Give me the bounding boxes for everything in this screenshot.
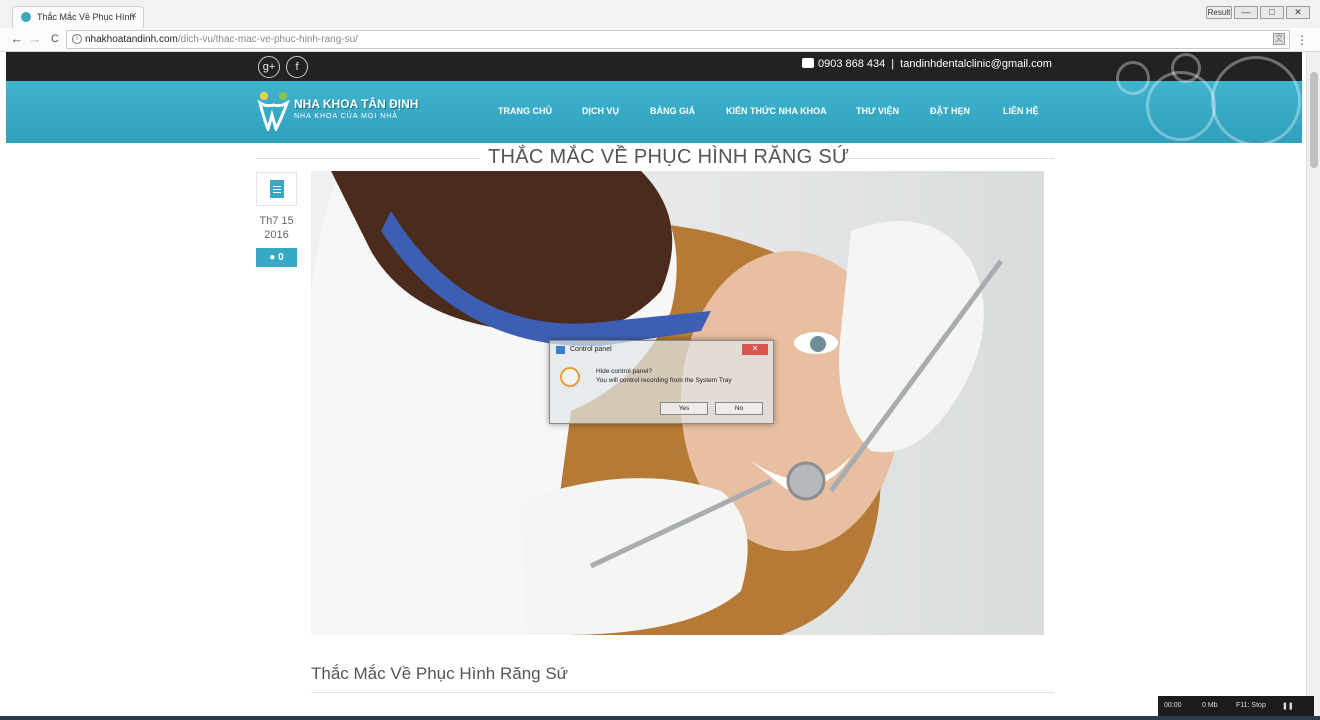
phone-icon bbox=[802, 58, 814, 68]
email-link[interactable]: tandinhdentalclinic@gmail.com bbox=[900, 58, 1052, 70]
nav-booking[interactable]: ĐẶT HẸN bbox=[930, 106, 970, 116]
window-controls: — □ ✕ bbox=[1234, 6, 1310, 19]
nav-gallery[interactable]: THƯ VIỆN bbox=[856, 106, 899, 116]
decor-bubble bbox=[1211, 56, 1301, 146]
page-scrollbar[interactable] bbox=[1306, 52, 1320, 716]
dialog-title: Control panel bbox=[570, 346, 612, 353]
os-taskbar bbox=[0, 716, 1320, 720]
facebook-icon[interactable]: f bbox=[286, 56, 308, 78]
info-icon[interactable]: i bbox=[72, 34, 82, 44]
phone-number[interactable]: 0903 868 434 bbox=[818, 58, 885, 70]
dialog-message-line1: Hide control panel? bbox=[596, 368, 653, 375]
tooth-favicon-icon bbox=[21, 12, 31, 22]
profile-button[interactable]: Result bbox=[1206, 6, 1232, 19]
nav-knowledge[interactable]: KIẾN THỨC NHA KHOA bbox=[726, 106, 827, 116]
comment-count-badge[interactable]: ● 0 bbox=[256, 248, 297, 267]
recorder-status-bar: 00:00 0 Mb F11: Stop ❚❚ bbox=[1158, 696, 1314, 716]
nav-prices[interactable]: BẢNG GIÁ bbox=[650, 106, 695, 116]
tooth-logo-icon bbox=[257, 92, 290, 131]
web-page: g+ f 0903 868 434 | tandinhdentalclinic@gm… bbox=[6, 52, 1302, 716]
recording-time: 00:00 bbox=[1164, 702, 1182, 709]
browser-toolbar: ← → C i nhakhoatandinh.com/dich-vu/thac-… bbox=[0, 28, 1320, 52]
contact-separator: | bbox=[891, 58, 895, 70]
title-divider bbox=[256, 158, 480, 159]
translate-icon[interactable]: 文 bbox=[1273, 33, 1285, 45]
browser-menu-icon[interactable]: ⋮ bbox=[1296, 33, 1308, 47]
recorder-dialog: Control panel ✕ Hide control panel? You … bbox=[549, 340, 774, 424]
warning-icon bbox=[560, 367, 580, 387]
dialog-close-button[interactable]: ✕ bbox=[742, 344, 768, 355]
nav-contact[interactable]: LIÊN HỆ bbox=[1003, 106, 1039, 116]
site-navbar: NHA KHOA TÂN ĐỊNH NHA KHOA CỦA MỌI NHÀ T… bbox=[6, 53, 1302, 146]
maximize-button[interactable]: □ bbox=[1260, 6, 1284, 19]
no-button[interactable]: No bbox=[715, 402, 763, 415]
post-date-year: 2016 bbox=[264, 229, 289, 241]
tab-close-icon[interactable]: × bbox=[131, 10, 137, 22]
app-icon bbox=[556, 346, 565, 354]
recording-size: 0 Mb bbox=[1202, 702, 1218, 709]
nav-home[interactable]: TRANG CHỦ bbox=[498, 106, 552, 116]
url-path: /dich-vu/thac-mac-ve-phuc-hinh-rang-su/ bbox=[177, 34, 358, 45]
decor-bubble bbox=[1171, 53, 1201, 83]
site-logo[interactable]: NHA KHOA TÂN ĐỊNH NHA KHOA CỦA MỌI NHÀ bbox=[254, 89, 424, 133]
dialog-message-line2: You will control recording from the Syst… bbox=[596, 377, 732, 384]
nav-services[interactable]: DỊCH VỤ bbox=[582, 106, 619, 116]
site-topbar: g+ f 0903 868 434 | tandinhdentalclinic@gm… bbox=[6, 52, 1302, 81]
url-host: nhakhoatandinh.com bbox=[85, 34, 178, 45]
stop-button[interactable]: F11: Stop bbox=[1236, 702, 1266, 709]
document-icon bbox=[256, 172, 297, 206]
browser-tabstrip: Thắc Mắc Về Phục Hình × Result — □ ✕ bbox=[0, 0, 1320, 28]
post-date-day: Th7 15 bbox=[259, 215, 294, 227]
minimize-button[interactable]: — bbox=[1234, 6, 1258, 19]
google-plus-icon[interactable]: g+ bbox=[258, 56, 280, 78]
post-meta: Th7 15 2016 ● 0 bbox=[256, 172, 297, 267]
article-divider bbox=[311, 692, 1054, 693]
page-title: THẮC MẮC VỀ PHỤC HÌNH RĂNG SỨ bbox=[488, 146, 850, 168]
back-button[interactable]: ← bbox=[8, 31, 26, 46]
comment-count: 0 bbox=[278, 252, 284, 263]
yes-button[interactable]: Yes bbox=[660, 402, 708, 415]
title-divider bbox=[842, 158, 1054, 159]
address-bar[interactable]: i nhakhoatandinh.com/dich-vu/thac-mac-ve… bbox=[66, 30, 1290, 49]
forward-button[interactable]: → bbox=[26, 31, 44, 46]
browser-tab[interactable]: Thắc Mắc Về Phục Hình × bbox=[12, 6, 144, 28]
decor-bubble bbox=[1116, 61, 1150, 95]
close-window-button[interactable]: ✕ bbox=[1286, 6, 1310, 19]
screen: Thắc Mắc Về Phục Hình × Result — □ ✕ ← →… bbox=[0, 0, 1320, 720]
logo-title: NHA KHOA TÂN ĐỊNH bbox=[294, 97, 419, 111]
article-heading: Thắc Mắc Về Phục Hình Răng Sứ bbox=[311, 664, 569, 683]
scroll-thumb[interactable] bbox=[1310, 72, 1318, 168]
reload-button[interactable]: C bbox=[46, 33, 64, 45]
tab-title: Thắc Mắc Về Phục Hình bbox=[37, 12, 135, 22]
dialog-message: Hide control panel? You will control rec… bbox=[596, 367, 732, 385]
comment-icon: ● bbox=[269, 252, 276, 263]
pause-button[interactable]: ❚❚ bbox=[1282, 702, 1294, 710]
logo-subtitle: NHA KHOA CỦA MỌI NHÀ bbox=[294, 113, 399, 120]
post-date: Th7 15 2016 bbox=[256, 214, 297, 242]
contact-info: 0903 868 434 | tandinhdentalclinic@gmail.c… bbox=[802, 58, 1052, 70]
